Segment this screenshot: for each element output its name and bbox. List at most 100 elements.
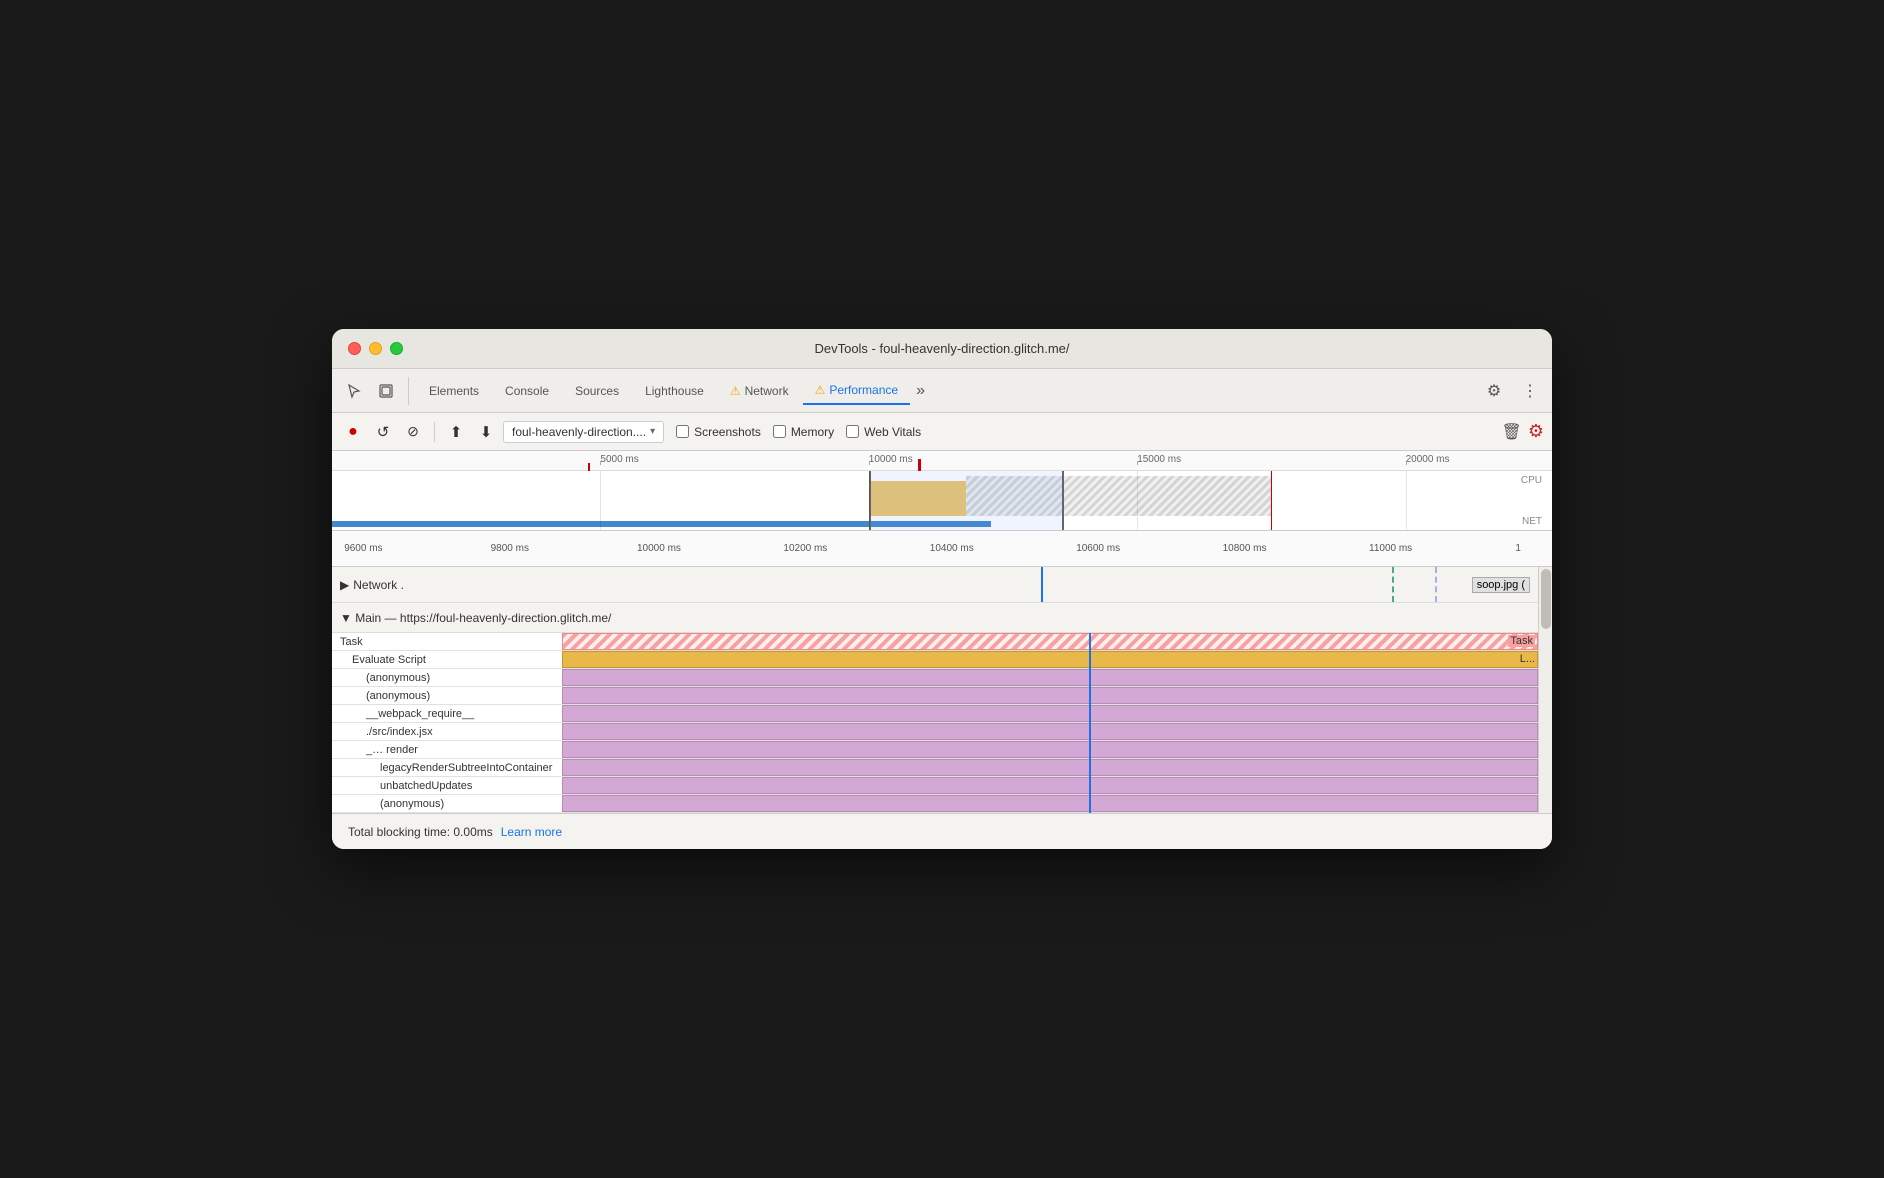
track-ruler-row: 9600 ms 9800 ms 10000 ms 10200 ms 10400 … bbox=[332, 531, 1552, 567]
close-button[interactable] bbox=[348, 342, 361, 355]
tick-11plus: 1 bbox=[1515, 543, 1521, 554]
blue-vertical-line bbox=[1041, 567, 1043, 602]
webpack-bar bbox=[562, 705, 1538, 722]
download-profile-button[interactable]: ⬇ bbox=[473, 419, 499, 445]
checkbox-group: Screenshots Memory Web Vitals bbox=[676, 425, 921, 439]
evaluate-bar-col: L... bbox=[562, 651, 1538, 668]
tab-console[interactable]: Console bbox=[493, 378, 561, 404]
minimize-button[interactable] bbox=[369, 342, 382, 355]
flame-row-anon2: (anonymous) bbox=[332, 687, 1538, 705]
ruler-tick-5000: 5000 ms bbox=[600, 454, 638, 465]
dashed-line-2 bbox=[1435, 567, 1437, 602]
anon3-bar bbox=[562, 795, 1538, 812]
flame-row-task: Task Task bbox=[332, 633, 1538, 651]
unbatched-bar bbox=[562, 777, 1538, 794]
screenshots-checkbox[interactable] bbox=[676, 425, 689, 438]
flame-row-evaluate: Evaluate Script L... bbox=[332, 651, 1538, 669]
task-bar: Task bbox=[562, 633, 1538, 650]
tick-9600: 9600 ms bbox=[344, 543, 382, 554]
task-right-label: Task bbox=[1508, 635, 1535, 647]
network-track-row: ▶ Network . soop.jpg ( bbox=[332, 567, 1538, 603]
legacy-label: legacyRenderSubtreeIntoContainer bbox=[332, 759, 562, 776]
webvitals-checkbox-label[interactable]: Web Vitals bbox=[846, 425, 921, 439]
timeline-chart-area: CPU NET bbox=[332, 471, 1552, 531]
performance-settings-icon[interactable]: ⚙ bbox=[1528, 421, 1544, 442]
tab-bar: Elements Console Sources Lighthouse ⚠ Ne… bbox=[332, 369, 1552, 413]
flame-row-anon3: (anonymous) bbox=[332, 795, 1538, 813]
task-label: Task bbox=[332, 633, 562, 650]
tab-list: Elements Console Sources Lighthouse ⚠ Ne… bbox=[417, 377, 1480, 405]
layers-icon[interactable] bbox=[372, 377, 400, 405]
delete-recording-button[interactable]: 🗑 bbox=[1502, 422, 1522, 442]
tab-elements[interactable]: Elements bbox=[417, 378, 491, 404]
devtools-icons bbox=[340, 377, 409, 405]
tick-10400: 10400 ms bbox=[930, 543, 974, 554]
tick-10600: 10600 ms bbox=[1076, 543, 1120, 554]
memory-checkbox[interactable] bbox=[773, 425, 786, 438]
anon2-bar-col bbox=[562, 687, 1538, 704]
marker-red-1 bbox=[588, 463, 590, 471]
task-bar-col: Task bbox=[562, 633, 1538, 650]
marker-red-2 bbox=[918, 459, 921, 471]
timeline-ruler: 5000 ms 10000 ms 15000 ms 20000 ms bbox=[332, 451, 1552, 471]
flame-row-unbatched: unbatchedUpdates bbox=[332, 777, 1538, 795]
cpu-label: CPU bbox=[1521, 475, 1542, 486]
settings-icon[interactable]: ⚙ bbox=[1480, 377, 1508, 405]
screenshots-checkbox-label[interactable]: Screenshots bbox=[676, 425, 761, 439]
ruler-tick-20000: 20000 ms bbox=[1406, 454, 1450, 465]
vertical-scrollbar[interactable] bbox=[1538, 567, 1552, 813]
title-bar: DevTools - foul-heavenly-direction.glitc… bbox=[332, 329, 1552, 369]
memory-checkbox-label[interactable]: Memory bbox=[773, 425, 834, 439]
learn-more-link[interactable]: Learn more bbox=[501, 825, 562, 839]
unbatched-bar-col bbox=[562, 777, 1538, 794]
anon1-label: (anonymous) bbox=[332, 669, 562, 686]
window-title: DevTools - foul-heavenly-direction.glitc… bbox=[814, 341, 1069, 356]
maximize-button[interactable] bbox=[390, 342, 403, 355]
anon3-bar-col bbox=[562, 795, 1538, 812]
render-label: _… render bbox=[332, 741, 562, 758]
scrollbar-thumb[interactable] bbox=[1541, 569, 1551, 629]
tick-10000: 10000 ms bbox=[637, 543, 681, 554]
webpack-bar-col bbox=[562, 705, 1538, 722]
legacy-bar-col bbox=[562, 759, 1538, 776]
blue-cursor-line bbox=[1089, 633, 1091, 813]
upload-profile-button[interactable]: ⬆ bbox=[443, 419, 469, 445]
flame-row-src: ./src/index.jsx bbox=[332, 723, 1538, 741]
cursor-icon[interactable] bbox=[340, 377, 368, 405]
tab-lighthouse[interactable]: Lighthouse bbox=[633, 378, 716, 404]
tab-bar-right: ⚙ ⋮ bbox=[1480, 377, 1544, 405]
network-warn-icon: ⚠ bbox=[730, 384, 741, 398]
record-button[interactable]: ● bbox=[340, 419, 366, 445]
dropdown-arrow-icon: ▾ bbox=[650, 426, 655, 437]
url-dropdown[interactable]: foul-heavenly-direction.... ▾ bbox=[503, 421, 664, 443]
net-label: NET bbox=[1522, 516, 1542, 527]
selection-overlay bbox=[869, 471, 1064, 531]
clear-button[interactable]: ⊘ bbox=[400, 419, 426, 445]
red-vertical-line bbox=[1271, 471, 1272, 531]
legacy-bar bbox=[562, 759, 1538, 776]
flame-chart: Task Task Evaluate Script L... bbox=[332, 633, 1538, 813]
refresh-record-button[interactable]: ↺ bbox=[370, 419, 396, 445]
vertical-guide-1 bbox=[600, 471, 601, 531]
tab-network[interactable]: ⚠ Network bbox=[718, 378, 801, 404]
network-track-label: ▶ Network . bbox=[340, 578, 470, 592]
evaluate-script-label: Evaluate Script bbox=[332, 651, 562, 668]
tab-sources[interactable]: Sources bbox=[563, 378, 631, 404]
eval-right-label: L... bbox=[1520, 653, 1535, 665]
flame-row-anon1: (anonymous) bbox=[332, 669, 1538, 687]
performance-warn-icon: ⚠ bbox=[815, 383, 826, 397]
status-bar: Total blocking time: 0.00ms Learn more bbox=[332, 813, 1552, 849]
main-thread-header: ▼ Main — https://foul-heavenly-direction… bbox=[332, 603, 1538, 633]
traffic-lights bbox=[348, 342, 403, 355]
tab-overflow-button[interactable]: » bbox=[912, 378, 929, 404]
network-bar-area: soop.jpg ( bbox=[470, 567, 1530, 602]
more-options-icon[interactable]: ⋮ bbox=[1516, 377, 1544, 405]
tab-performance[interactable]: ⚠ Performance bbox=[803, 377, 910, 405]
anon2-label: (anonymous) bbox=[332, 687, 562, 704]
anon2-bar bbox=[562, 687, 1538, 704]
anon1-bar-col bbox=[562, 669, 1538, 686]
vertical-guide-4 bbox=[1406, 471, 1407, 531]
timeline-overview[interactable]: 5000 ms 10000 ms 15000 ms 20000 ms CPU N… bbox=[332, 451, 1552, 531]
flame-row-render: _… render bbox=[332, 741, 1538, 759]
webvitals-checkbox[interactable] bbox=[846, 425, 859, 438]
